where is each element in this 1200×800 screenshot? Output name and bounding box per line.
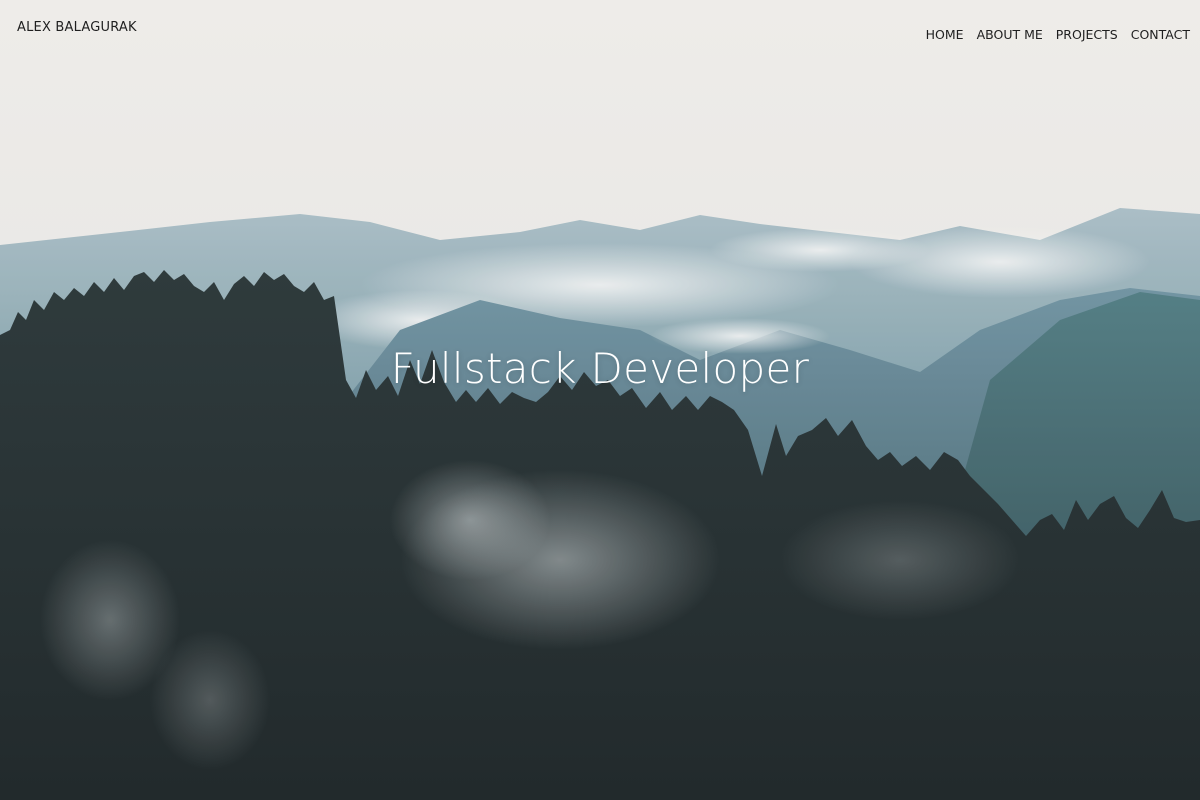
page: ALEX BALAGURAK HOME ABOUT ME PROJECTS CO… [0, 0, 1200, 800]
nav-link-home[interactable]: HOME [926, 27, 964, 42]
nav-item-home: HOME [926, 24, 964, 43]
nav-item-about-me: ABOUT ME [977, 24, 1043, 43]
nav-link-projects[interactable]: PROJECTS [1056, 27, 1118, 42]
nav-item-projects: PROJECTS [1056, 24, 1118, 43]
nav-item-contact: CONTACT [1131, 24, 1190, 43]
hero-background-image [0, 0, 1200, 800]
nav-link-about-me[interactable]: ABOUT ME [977, 27, 1043, 42]
brand-logo[interactable]: ALEX BALAGURAK [17, 20, 137, 35]
nav-link-contact[interactable]: CONTACT [1131, 27, 1190, 42]
site-header: ALEX BALAGURAK HOME ABOUT ME PROJECTS CO… [0, 0, 1200, 60]
hero-title: Fullstack Developer [390, 344, 810, 393]
